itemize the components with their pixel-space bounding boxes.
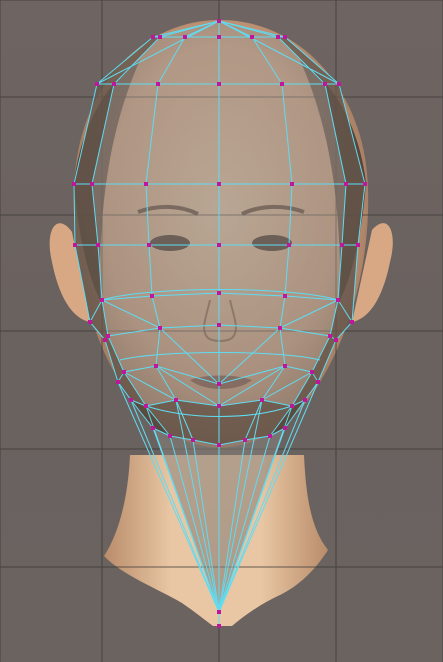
vertex-marker[interactable]: [363, 182, 367, 186]
vertex-marker[interactable]: [144, 182, 148, 186]
vertex-marker[interactable]: [268, 434, 272, 438]
vertex-marker[interactable]: [303, 398, 307, 402]
vertex-marker[interactable]: [217, 404, 221, 408]
vertex-marker[interactable]: [168, 434, 172, 438]
vertex-marker[interactable]: [73, 243, 77, 247]
vertex-marker[interactable]: [344, 182, 348, 186]
vertex-marker[interactable]: [217, 624, 221, 628]
vertex-marker[interactable]: [129, 398, 133, 402]
vertex-marker[interactable]: [217, 443, 221, 447]
vertex-marker[interactable]: [106, 334, 110, 338]
vertex-marker[interactable]: [151, 426, 155, 430]
vertex-marker[interactable]: [72, 182, 76, 186]
vertex-marker[interactable]: [116, 380, 120, 384]
vertex-marker[interactable]: [287, 243, 291, 247]
vertex-marker[interactable]: [290, 182, 294, 186]
vertex-marker[interactable]: [191, 438, 195, 442]
vertex-marker[interactable]: [328, 334, 332, 338]
vertex-marker[interactable]: [337, 82, 341, 86]
vertex-marker[interactable]: [217, 35, 221, 39]
vertex-marker[interactable]: [290, 404, 294, 408]
vertex-marker[interactable]: [278, 326, 282, 330]
vertex-marker[interactable]: [154, 364, 158, 368]
vertex-marker[interactable]: [283, 294, 287, 298]
vertex-marker[interactable]: [310, 370, 314, 374]
vertex-marker[interactable]: [340, 243, 344, 247]
vertex-marker[interactable]: [280, 82, 284, 86]
vertex-marker[interactable]: [112, 82, 116, 86]
vertex-marker[interactable]: [356, 243, 360, 247]
vertex-marker[interactable]: [150, 294, 154, 298]
vertex-marker[interactable]: [158, 35, 162, 39]
vertex-marker[interactable]: [151, 35, 155, 39]
viewport-canvas[interactable]: [0, 0, 443, 662]
vertex-marker[interactable]: [96, 243, 100, 247]
vertex-marker[interactable]: [217, 323, 221, 327]
scene-svg[interactable]: [0, 0, 443, 662]
vertex-marker[interactable]: [217, 182, 221, 186]
vertex-marker[interactable]: [100, 298, 104, 302]
vertex-marker[interactable]: [144, 404, 148, 408]
vertex-marker[interactable]: [122, 370, 126, 374]
vertex-marker[interactable]: [95, 82, 99, 86]
vertex-marker[interactable]: [147, 243, 151, 247]
vertex-marker[interactable]: [103, 338, 107, 342]
vertex-marker[interactable]: [90, 182, 94, 186]
vertex-marker[interactable]: [334, 338, 338, 342]
vertex-marker[interactable]: [217, 243, 221, 247]
vertex-marker[interactable]: [336, 298, 340, 302]
vertex-marker[interactable]: [283, 35, 287, 39]
vertex-marker[interactable]: [260, 398, 264, 402]
vertex-marker[interactable]: [88, 320, 92, 324]
vertex-marker[interactable]: [217, 382, 221, 386]
vertex-marker[interactable]: [174, 398, 178, 402]
vertex-marker[interactable]: [217, 82, 221, 86]
vertex-marker[interactable]: [217, 19, 221, 23]
vertex-marker[interactable]: [283, 364, 287, 368]
vertex-marker[interactable]: [276, 35, 280, 39]
vertex-marker[interactable]: [350, 320, 354, 324]
vertex-marker[interactable]: [283, 426, 287, 430]
vertex-marker[interactable]: [316, 380, 320, 384]
vertex-marker[interactable]: [250, 35, 254, 39]
vertex-marker[interactable]: [243, 438, 247, 442]
vertex-marker[interactable]: [323, 82, 327, 86]
vertex-marker[interactable]: [217, 610, 221, 614]
vertex-marker[interactable]: [158, 326, 162, 330]
vertex-marker[interactable]: [183, 35, 187, 39]
vertex-marker[interactable]: [217, 291, 221, 295]
vertex-marker[interactable]: [156, 82, 160, 86]
